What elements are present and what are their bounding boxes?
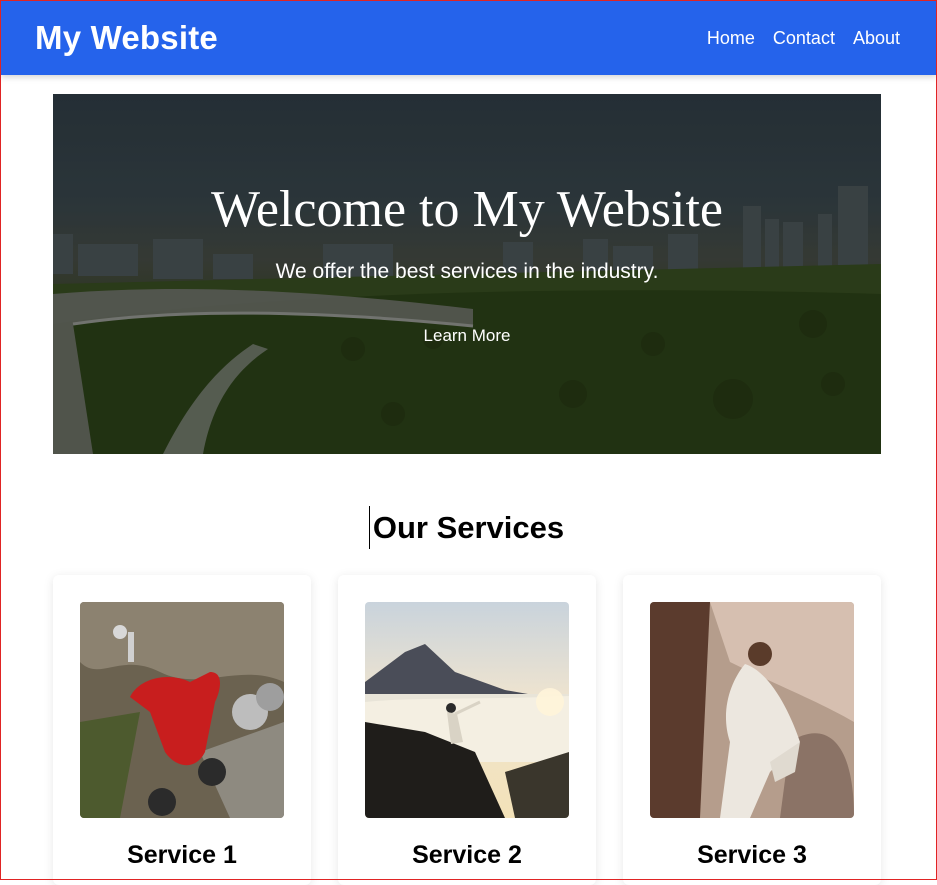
service-card-3[interactable]: Service 3 bbox=[623, 575, 881, 885]
service-1-title: Service 1 bbox=[127, 841, 237, 869]
nav-links: Home Contact About bbox=[707, 28, 900, 49]
service-card-1[interactable]: Service 1 bbox=[53, 575, 311, 885]
service-card-2[interactable]: Service 2 bbox=[338, 575, 596, 885]
navbar: My Website Home Contact About bbox=[1, 1, 936, 75]
service-2-title: Service 2 bbox=[412, 841, 522, 869]
nav-about-link[interactable]: About bbox=[853, 28, 900, 49]
hero-title: Welcome to My Website bbox=[210, 181, 723, 238]
services-heading: Our Services bbox=[372, 510, 565, 545]
service-3-title: Service 3 bbox=[697, 841, 807, 869]
nav-home-link[interactable]: Home bbox=[707, 28, 755, 49]
hero-content: Welcome to My Website We offer the best … bbox=[53, 94, 881, 454]
learn-more-button[interactable]: Learn More bbox=[414, 322, 521, 350]
nav-contact-link[interactable]: Contact bbox=[773, 28, 835, 49]
service-3-image bbox=[650, 602, 854, 818]
service-2-image bbox=[365, 602, 569, 818]
service-1-image bbox=[80, 602, 284, 818]
site-logo[interactable]: My Website bbox=[35, 19, 218, 57]
hero-subtitle: We offer the best services in the indust… bbox=[275, 260, 659, 283]
hero-banner: Welcome to My Website We offer the best … bbox=[53, 94, 881, 454]
